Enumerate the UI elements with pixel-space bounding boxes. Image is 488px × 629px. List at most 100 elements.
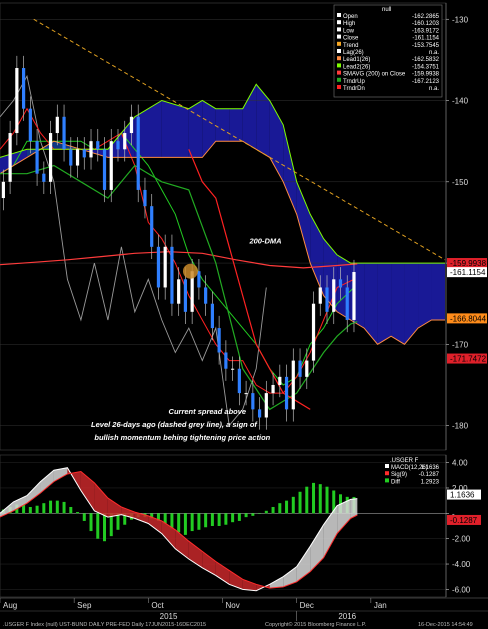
annotation-200dma: 200-DMA	[248, 237, 281, 246]
legend-item-value: n.a.	[429, 86, 439, 92]
candle-body	[150, 206, 154, 247]
macd-histogram-bar	[183, 513, 187, 535]
legend-swatch	[337, 20, 341, 25]
legend-item-value: -160.1203	[412, 21, 440, 27]
month-label: Sep	[77, 601, 92, 610]
candle-body	[298, 360, 302, 377]
legend-swatch	[337, 34, 341, 39]
legend-swatch	[337, 27, 341, 32]
candle-body	[129, 116, 134, 134]
candle-body	[116, 141, 120, 150]
crossover-marker	[182, 263, 198, 279]
legend-swatch	[385, 471, 389, 476]
price-axis-tick-label: -150	[452, 178, 469, 187]
legend-swatch	[337, 70, 341, 75]
candle-body	[183, 279, 188, 312]
macd-histogram-bar	[251, 513, 255, 516]
candle-body	[325, 287, 329, 312]
candle-body	[82, 149, 86, 158]
macd-axis-tick-label: -2.00	[452, 535, 471, 544]
macd-histogram-bar	[190, 513, 194, 532]
legend-item-label: High	[343, 21, 355, 27]
macd-axis-tick-label: -4.00	[452, 560, 471, 569]
legend-swatch	[337, 13, 341, 17]
candle-body	[1, 181, 5, 199]
legend-item-value: -161.1154	[412, 36, 439, 42]
macd-histogram-bar	[231, 513, 235, 523]
macd-histogram-bar	[285, 500, 289, 514]
macd-histogram-bar	[62, 501, 66, 514]
legend-item-label: Lag(26)	[343, 50, 364, 56]
price-value-tag-label: -161.1154	[450, 268, 486, 277]
macd-axis-tick-label: -6.00	[452, 585, 471, 594]
chart-canvas: -130-140-150-160-170-180-159.9938-161.11…	[0, 2, 488, 628]
legend-swatch	[337, 49, 341, 53]
legend-item-value: 1.2923	[421, 479, 440, 485]
macd-histogram-bar	[258, 513, 262, 514]
candle-body	[8, 133, 12, 182]
ichimoku-cloud-segment	[418, 263, 432, 329]
candle-body	[163, 246, 167, 288]
legend-item-value: -0.1287	[419, 472, 440, 478]
legend-swatch	[385, 464, 389, 468]
price-axis-tick-label: -140	[452, 97, 469, 106]
candle-body	[345, 287, 349, 320]
candle-body	[237, 368, 241, 394]
macd-histogram-bar	[224, 513, 228, 525]
macd-histogram-bar	[35, 505, 39, 514]
legend-item-value: -154.3751	[412, 64, 440, 70]
ichimoku-cloud-segment	[229, 108, 243, 142]
candle-body	[102, 149, 107, 190]
legend-swatch	[337, 41, 341, 46]
ichimoku-cloud-segment	[391, 263, 405, 345]
price-axis-tick-label: -180	[452, 422, 469, 431]
candle-body	[136, 116, 140, 190]
ichimoku-cloud-segment	[377, 263, 392, 345]
candle-body	[35, 141, 39, 174]
legend-item-value: -153.7545	[412, 43, 440, 49]
macd-histogram-bar	[103, 513, 107, 542]
candle-body	[21, 68, 26, 109]
annotation-line-1: Current spread above	[169, 407, 247, 416]
time-axis: Aug Sep Oct Nov Dec Jan 2015 2016	[0, 597, 488, 621]
macd-histogram-bar	[55, 500, 59, 514]
footer-left-text: .USGER F Index (null) UST-BUND DAILY PRE…	[3, 622, 206, 628]
price-value-tag-label: -171.7472	[450, 355, 487, 364]
legend-swatch	[337, 56, 341, 61]
macd-histogram-bar	[237, 513, 241, 521]
candle-body	[210, 303, 214, 329]
candle-body	[123, 133, 127, 150]
ichimoku-cloud-segment	[215, 108, 230, 142]
macd-legend-header: .USGER F	[390, 458, 419, 464]
ichimoku-cloud-segment	[431, 263, 445, 320]
macd-histogram-bar	[177, 513, 181, 533]
price-axis-tick-label: -170	[452, 340, 469, 349]
candle-body	[251, 393, 255, 410]
macd-histogram-bar	[204, 513, 208, 528]
price-value-tag-label: -159.9938	[450, 259, 487, 268]
legend-item-value: -163.9172	[412, 28, 440, 34]
candle-body	[42, 173, 46, 182]
month-label: Dec	[300, 601, 314, 610]
candle-body	[62, 116, 66, 150]
candle-body	[244, 393, 248, 395]
month-label: Aug	[3, 601, 17, 610]
year-label: 2015	[160, 612, 178, 621]
price-legend: null Open -162.2865 High -160.1203 Low -163.91…	[333, 4, 443, 98]
legend-item-label: Diff	[391, 479, 400, 485]
candle-body	[264, 393, 268, 418]
macd-histogram-bar	[49, 500, 53, 514]
legend-item-label: Trend	[343, 43, 358, 49]
candle-body	[224, 352, 228, 369]
candle-body	[332, 279, 336, 312]
legend-item-label: TrndrDn	[343, 86, 365, 92]
macd-histogram-bar	[278, 503, 282, 514]
macd-value-tag-label: 1.1636	[450, 491, 475, 500]
macd-histogram-bar	[76, 512, 80, 514]
macd-value-tag-label: -0.1287	[450, 516, 478, 525]
macd-axis-tick-label: 4.00	[452, 459, 468, 468]
candle-body	[55, 116, 59, 134]
macd-histogram-bar	[271, 506, 275, 514]
candle-body	[291, 360, 295, 410]
legend-swatch	[337, 63, 341, 68]
